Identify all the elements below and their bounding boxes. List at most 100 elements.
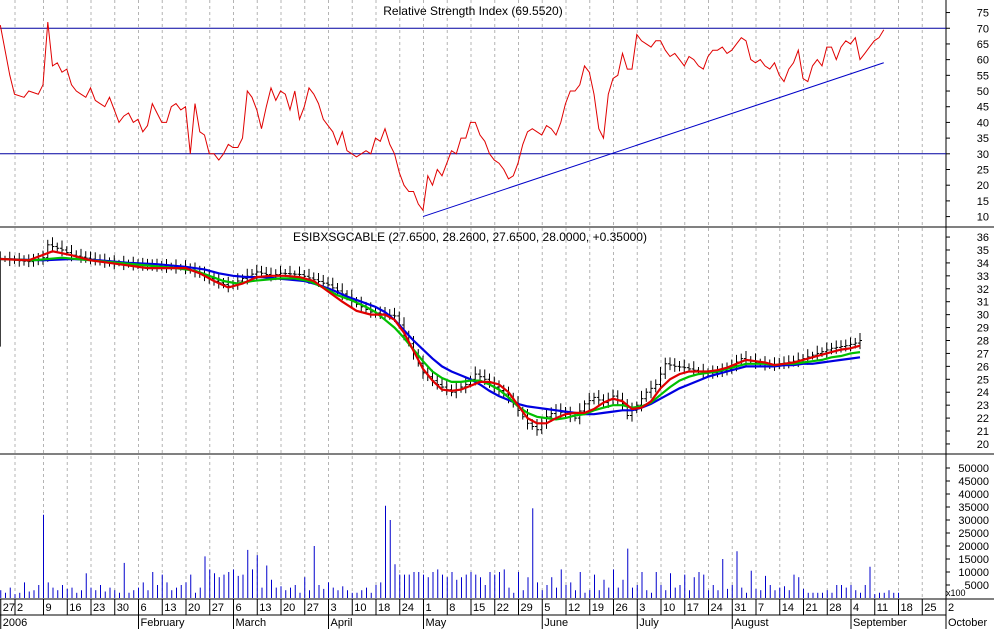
y-tick-label: 15 [977,196,989,208]
x-month-label: June [544,617,568,629]
x-day-label: 10 [663,602,675,614]
y-tick-label: 15000 [958,554,989,566]
rsi-line [0,21,885,212]
x-day-label: 31 [734,602,746,614]
price-panel: 2021222324252627282930313233343536 ESIBX… [0,230,989,451]
y-tick-label: 26 [977,361,989,373]
x-day-label: 22 [497,602,509,614]
x-day-label: 8 [449,602,455,614]
x-month-label: September [853,617,907,629]
x-day-label: 4 [853,602,859,614]
x-day-label: 12 [568,602,580,614]
x-day-label: 15 [473,602,485,614]
x-day-label: 10 [354,602,366,614]
chart: 1015202530354045505560657075 Relative St… [0,0,994,629]
x-day-label: 20 [188,602,200,614]
price-title: ESIBXSGCABLE (27.6500, 28.2600, 27.6500,… [293,230,647,244]
y-tick-label: 20 [977,439,989,451]
x-day-label: 18 [901,602,913,614]
x-month-label: March [236,617,267,629]
x-month-label: February [141,617,186,629]
x-day-label: 14 [782,602,794,614]
x-month-label: April [331,617,353,629]
panel-frames [0,0,994,616]
moving-average-lines [0,250,861,425]
x-day-label: 16 [69,602,81,614]
x-day-label: 25 [924,602,936,614]
ma_long-line [0,257,861,416]
y-tick-label: 30000 [958,515,989,527]
rsi-trendline [422,62,884,218]
x-day-label: 3 [639,602,645,614]
y-tick-label: 32 [977,284,989,296]
y-tick-label: 10000 [958,567,989,579]
y-tick-label: 28 [977,336,989,348]
x-day-label: 2 [948,602,954,614]
x-month-label: August [734,617,768,629]
vertical-gridlines [14,0,923,598]
x-day-label: 23 [93,602,105,614]
y-tick-label: 70 [977,23,989,35]
x-day-label: 24 [711,602,723,614]
y-tick-label: 30 [977,310,989,322]
y-tick-label: 22 [977,413,989,425]
ma_mid-line [0,256,861,421]
y-tick-label: 24 [977,387,989,399]
y-tick-label: 60 [977,55,989,67]
y-tick-label: 27 [977,348,989,360]
y-tick-label: 25 [977,374,989,386]
y-tick-label: 10 [977,212,989,224]
x-day-label: 20 [283,602,295,614]
x-day-label: 26 [616,602,628,614]
x-day-label: 13 [164,602,176,614]
x-day-label: 27 [307,602,319,614]
x-day-label: 13 [259,602,271,614]
y-tick-label: 35000 [958,502,989,514]
y-tick-label: 33 [977,271,989,283]
y-tick-label: 40000 [958,489,989,501]
y-tick-label: 25 [977,165,989,177]
y-tick-label: 5000 [965,580,989,592]
y-tick-label: 45 [977,102,989,114]
x-day-label: 19 [592,602,604,614]
x-day-label: 2 [17,602,23,614]
rsi-title: Relative Strength Index (69.5520) [383,4,562,18]
y-tick-label: 36 [977,232,989,244]
y-tick-label: 55 [977,70,989,82]
y-tick-label: 25000 [958,528,989,540]
x-day-label: 17 [687,602,699,614]
x-month-label: May [426,617,447,629]
y-tick-label: 23 [977,400,989,412]
x-day-label: 3 [331,602,337,614]
rsi-y-ticks: 10 15 20 25 30 35 40 45 50 55 60 65 70 75 [946,8,989,224]
x-day-label: 9 [46,602,52,614]
x-day-label: 27 [3,602,15,614]
x-month-label: 2006 [3,617,27,629]
y-tick-label: 75 [977,8,989,20]
rsi-reference-lines [0,27,946,155]
x-axis: 27 2 9 16 23 30 6 13 20 27 6 13 20 27 3 10 18 24 1 8 15 22 29 5… [0,599,987,629]
x-day-label: 5 [544,602,550,614]
volume-y-ticks: 5000100001500020000250003000035000400004… [946,463,989,592]
y-tick-label: 50 [977,86,989,98]
price-y-ticks: 2021222324252627282930313233343536 [946,232,989,451]
x-day-label: 6 [236,602,242,614]
y-tick-label: 34 [977,258,989,270]
volume-bars [0,505,899,598]
x-day-label: 29 [521,602,533,614]
x-day-label: 11 [877,602,888,614]
y-tick-label: 31 [977,297,989,309]
y-tick-label: 50000 [958,463,989,475]
y-tick-label: 21 [977,426,989,438]
x-month-label: October [948,617,987,629]
x-day-label: 1 [426,602,432,614]
volume-scale-label: x100 [946,588,966,598]
y-tick-label: 20000 [958,541,989,553]
x-day-label: 7 [758,602,764,614]
x-day-label: 27 [212,602,224,614]
y-tick-label: 35 [977,133,989,145]
y-tick-label: 29 [977,323,989,335]
x-month-label: July [639,617,659,629]
x-day-label: 6 [141,602,147,614]
y-tick-label: 35 [977,245,989,257]
